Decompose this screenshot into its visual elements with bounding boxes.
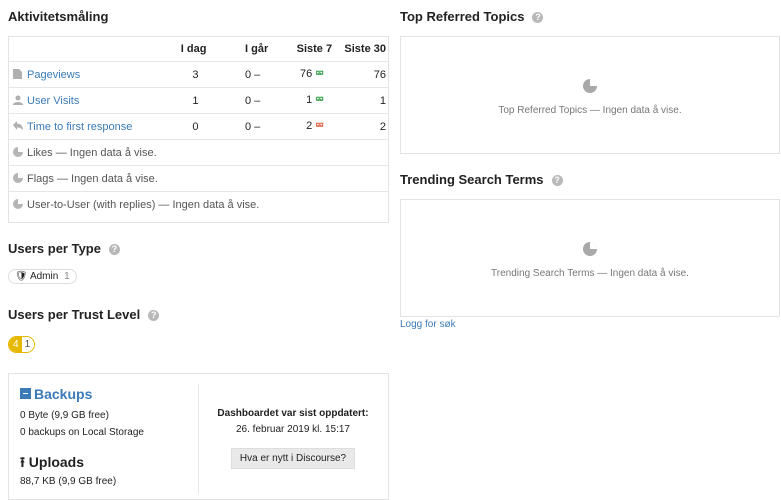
help-icon[interactable]: ? [551,175,563,186]
dashboard-updated-value: 26. februar 2019 kl. 15:17 [236,424,350,435]
time-to-first-response-link[interactable]: Time to first response [27,121,132,133]
header-last30: Siste 30 [344,43,386,55]
whats-new-button[interactable]: Hva er nytt i Discourse? [230,448,356,469]
top-referred-title: Top Referred Topics? [400,9,544,24]
activity-table: I dag I går Siste 7 Siste 30 Pageviews 3… [9,37,388,217]
top-referred-panel: Top Referred Topics — Ingen data å vise. [400,36,780,154]
activity-table-panel: I dag I går Siste 7 Siste 30 Pageviews 3… [8,36,389,223]
user-visits-link[interactable]: User Visits [27,95,79,107]
pie-chart-icon [13,172,23,183]
help-icon[interactable]: ? [148,310,160,321]
pie-chart-icon [13,146,23,157]
table-row: Time to first response 0 0 – 2 ⮹ 2 [9,113,388,140]
backups-count: 0 backups on Local Storage [20,427,144,438]
header-empty [9,37,149,62]
header-yesterday: I går [245,43,269,55]
table-row: Likes — Ingen data å vise. [9,139,388,166]
table-row: Pageviews 3 0 – 76 ⮹ 76 [9,61,388,88]
users-per-type-title: Users per Type? [8,241,120,256]
activity-title: Aktivitetsmåling [8,9,109,24]
header-today: I dag [180,43,207,55]
help-icon[interactable]: ? [532,12,544,23]
trend-up-icon: ⮹ [315,68,325,80]
whats-new-wrap: Hva er nytt i Discourse? [199,448,387,469]
trending-empty-text: Trending Search Terms — Ingen data å vis… [491,268,689,279]
user-icon [13,95,23,105]
trust-level-segment: 4 [9,337,22,352]
trending-title: Trending Search Terms? [400,172,563,187]
archive-icon [20,388,31,399]
shield-icon: 🛡︎ [15,271,28,282]
table-row: User Visits 1 0 – 1 ⮹ 1 [9,87,388,114]
trust-level-count: 1 [21,337,35,352]
pageviews-link[interactable]: Pageviews [27,69,80,81]
uploads-title: ⭱ Uploads [20,454,85,470]
file-icon [13,68,23,79]
trust-level-badge[interactable]: 4 1 [8,336,36,353]
pie-chart-icon [583,79,597,93]
reply-icon [13,120,23,131]
upload-icon: ⭱ [20,454,25,470]
admin-badge[interactable]: 🛡︎ Admin 1 [8,269,77,284]
divider [198,384,199,494]
backups-title[interactable]: Backups [20,386,92,402]
activity-header-row: I dag I går Siste 7 Siste 30 [9,37,388,62]
trend-up-icon: ⮹ [315,94,325,106]
table-row: User-to-User (with replies) — Ingen data… [9,191,388,217]
search-log-link[interactable]: Logg for søk [400,319,456,330]
trending-panel: Trending Search Terms — Ingen data å vis… [400,199,780,317]
users-per-trust-title: Users per Trust Level? [8,307,160,322]
uploads-size: 88,7 KB (9,9 GB free) [20,476,117,487]
table-row: Flags — Ingen data å vise. [9,165,388,192]
pie-chart-icon [13,198,23,209]
dashboard-updated-label: Dashboardet var sist oppdatert: [217,408,369,419]
top-referred-empty-text: Top Referred Topics — Ingen data å vise. [498,105,682,116]
trend-down-icon: ⮹ [315,120,325,132]
help-icon[interactable]: ? [108,244,120,255]
backups-size: 0 Byte (9,9 GB free) [20,410,109,421]
header-last7: Siste 7 [296,43,333,55]
pie-chart-icon [583,242,597,256]
